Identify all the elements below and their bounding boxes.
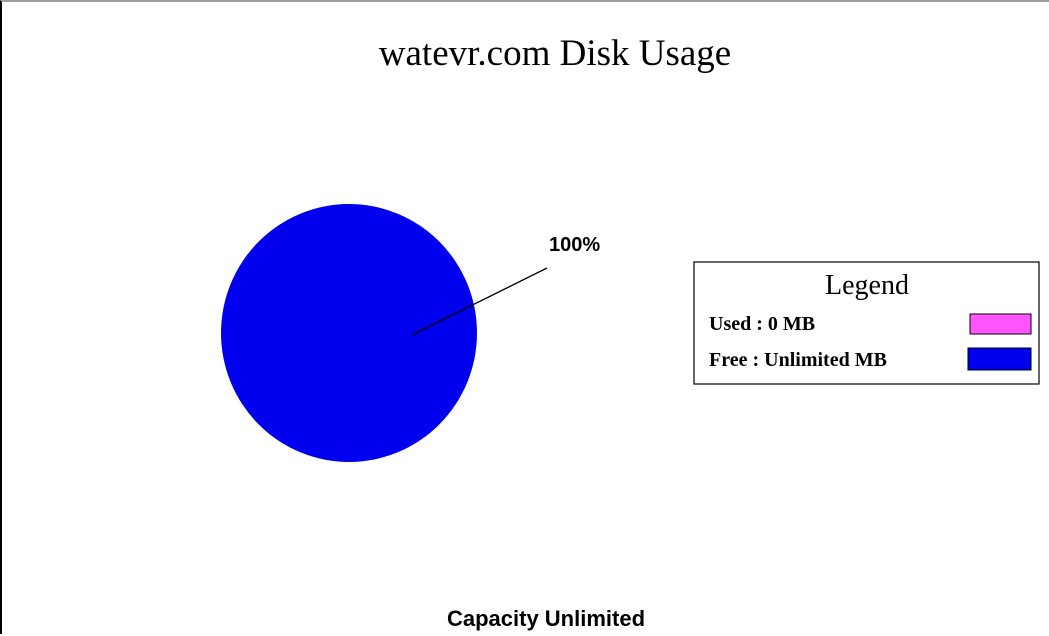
chart-canvas: watevr.com Disk Usage 100% Legend Used :… <box>221 33 1040 631</box>
chart-caption: Capacity Unlimited <box>447 606 645 631</box>
chart-frame: watevr.com Disk Usage 100% Legend Used :… <box>0 0 1049 634</box>
chart-title: watevr.com Disk Usage <box>379 33 731 74</box>
legend-entry-used: Used : 0 MB <box>709 313 815 335</box>
pie <box>221 204 477 462</box>
legend: Legend Used : 0 MB Free : Unlimited MB <box>693 261 1040 385</box>
pie-slice-free <box>221 204 477 462</box>
legend-swatch-free <box>967 347 1032 371</box>
pie-data-label-free: 100% <box>549 234 600 256</box>
legend-swatch-used <box>969 313 1032 335</box>
legend-title: Legend <box>825 270 909 301</box>
legend-entry-free: Free : Unlimited MB <box>709 349 887 371</box>
